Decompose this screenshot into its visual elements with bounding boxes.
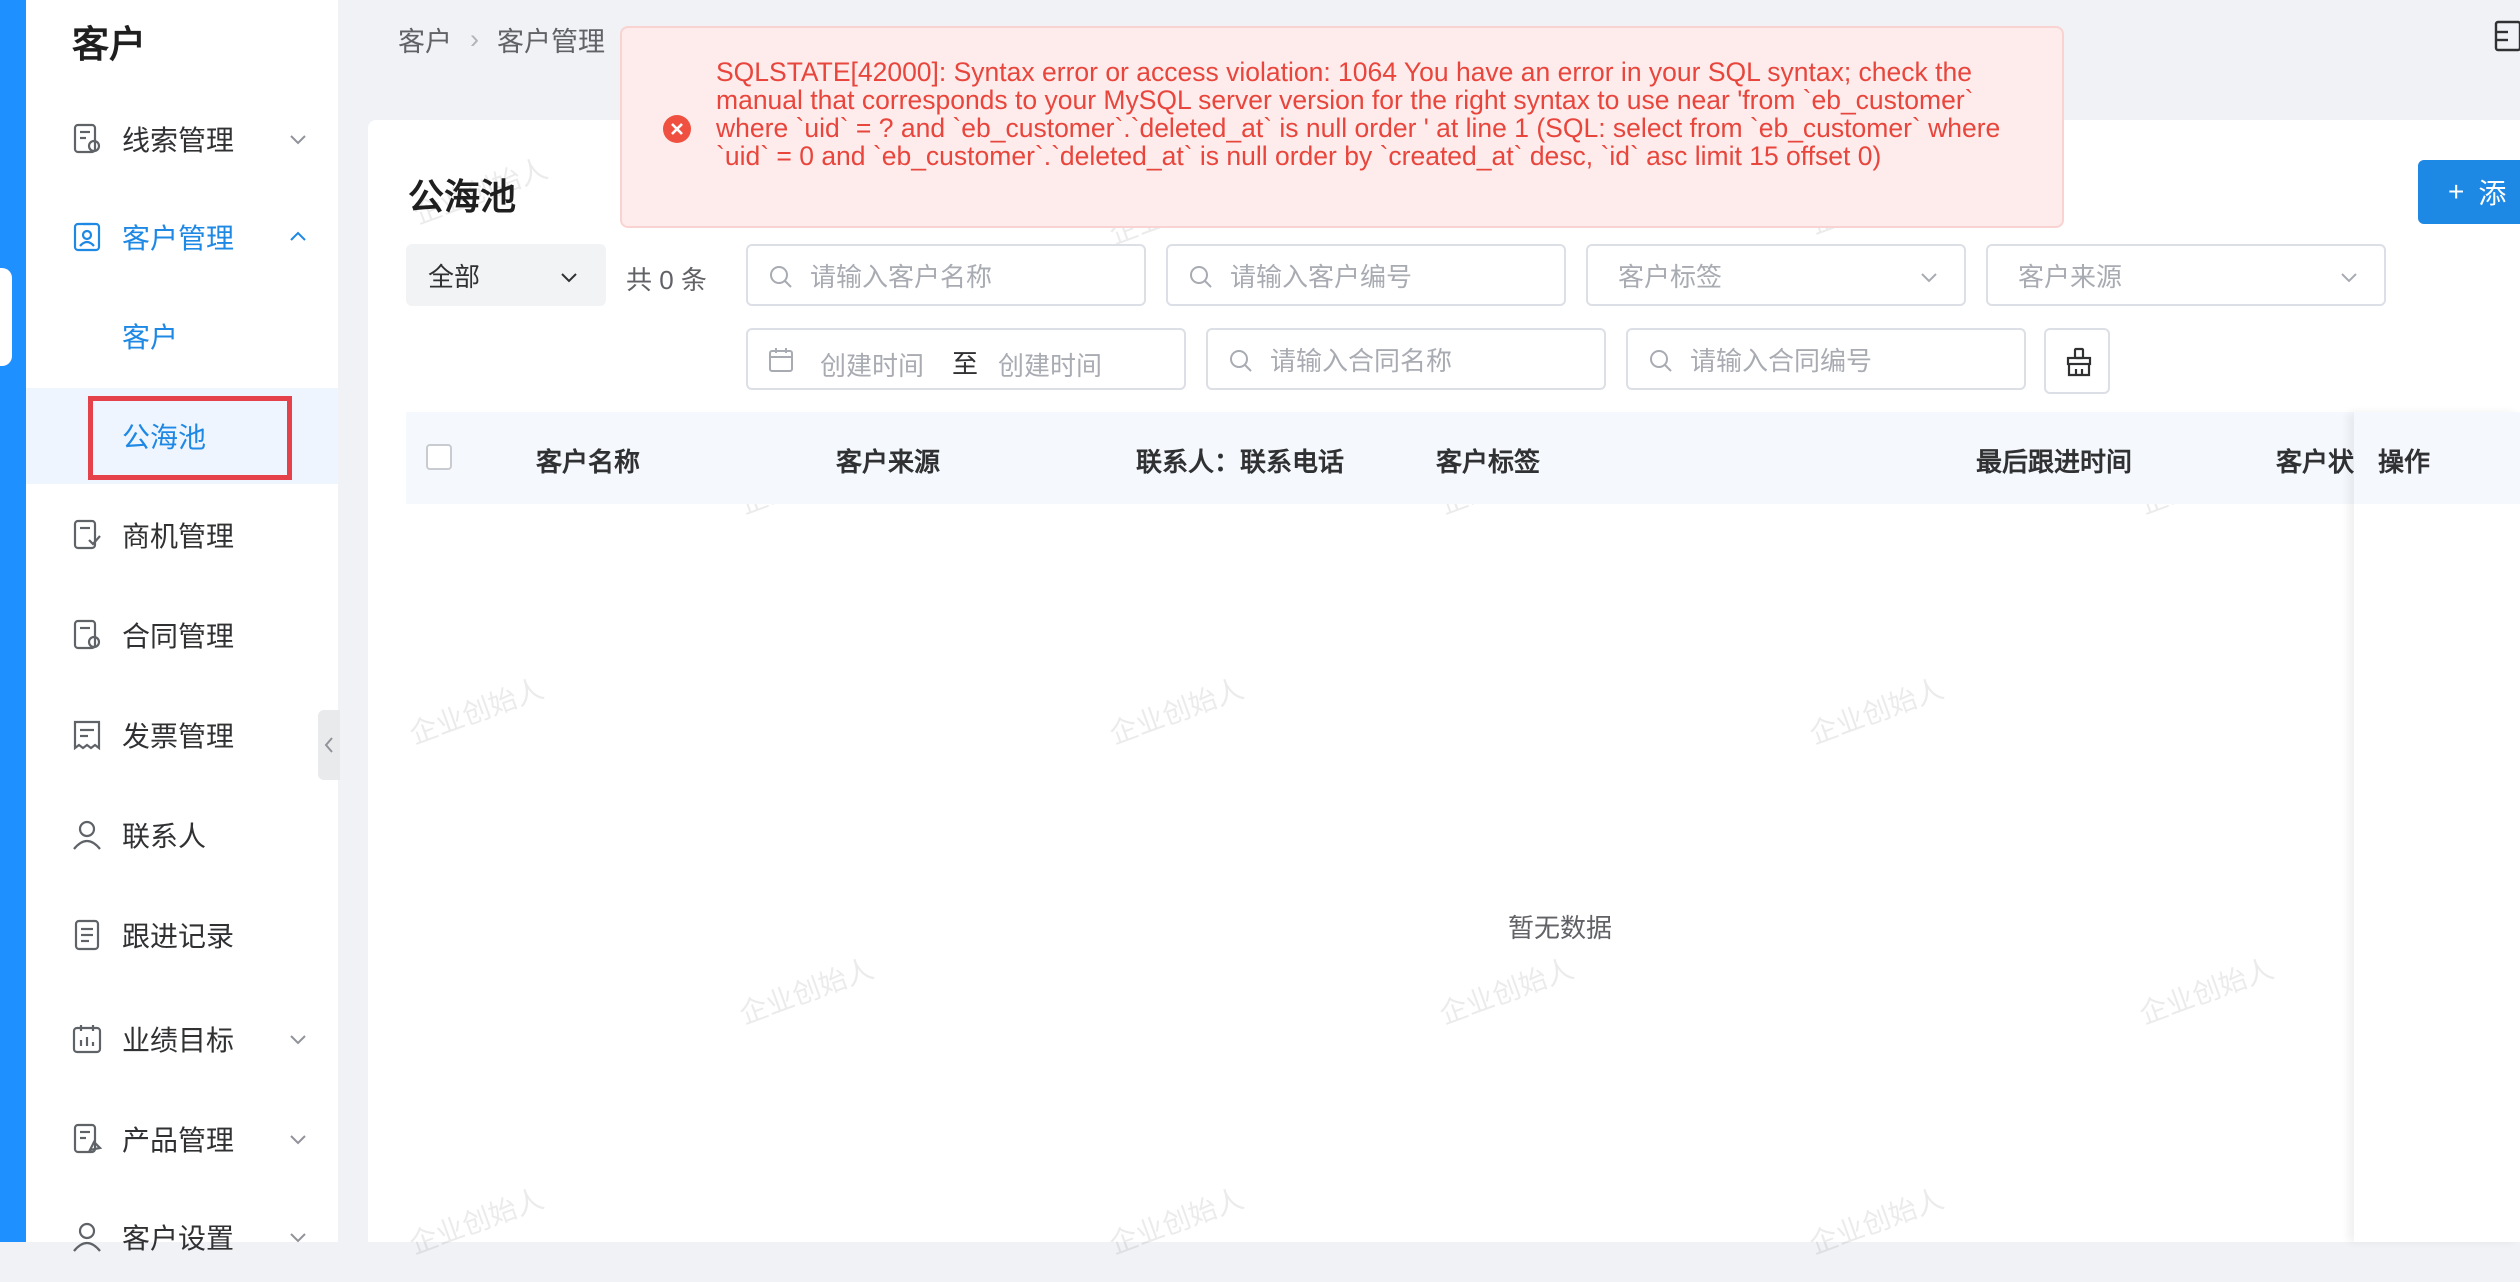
contract-name-input[interactable]: 请输入合同名称 [1206, 328, 1606, 390]
contract-name-placeholder: 请输入合同名称 [1270, 345, 1453, 376]
search-icon [1190, 266, 1212, 288]
column-header: 客户标签 [1436, 447, 1541, 477]
sidebar-item-label: 商机管理 [122, 521, 235, 552]
select-all-checkbox[interactable] [426, 444, 452, 470]
date-start-placeholder: 创建时间 [820, 351, 925, 381]
sidebar-item-invoices[interactable]: 发票管理 [26, 690, 338, 780]
sidebar-item-products[interactable]: 产品管理 [26, 1094, 338, 1184]
error-toast: SQLSTATE[42000]: Syntax error or access … [620, 26, 2064, 228]
app-edge-strip [0, 0, 26, 1242]
column-header: 客户来源 [836, 447, 941, 477]
column-header: 客户状 [2276, 447, 2355, 477]
product-doc-icon [73, 1123, 103, 1154]
customer-name-placeholder: 请输入客户名称 [810, 261, 993, 292]
layout-toggle-icon[interactable] [2490, 18, 2520, 54]
customer-source-placeholder: 客户来源 [2018, 261, 2123, 292]
search-icon [1650, 350, 1672, 372]
sidebar-subitem-public-pool[interactable]: 公海池 [26, 388, 338, 484]
sidebar-item-label: 发票管理 [122, 721, 235, 752]
breadcrumb-item[interactable]: 客户管理 [497, 20, 605, 59]
empty-state: 暂无数据 [1508, 913, 1613, 943]
app-edge-bar [0, 0, 26, 1242]
ops-column-label: 操作 [2378, 447, 2431, 477]
plus-icon: + [2448, 176, 2465, 207]
app-edge-tab[interactable] [0, 268, 12, 366]
customer-source-select[interactable]: 客户来源 [1986, 244, 2386, 306]
chevron-down-icon [290, 135, 306, 145]
customer-badge-icon [73, 222, 101, 252]
sidebar-item-label: 业绩目标 [122, 1025, 235, 1056]
chevron-down-icon [290, 1233, 306, 1243]
customer-tag-select[interactable]: 客户标签 [1586, 244, 1966, 306]
broom-icon [2066, 347, 2092, 377]
search-icon [770, 266, 792, 288]
sidebar-item-label: 联系人 [122, 821, 207, 852]
sidebar-item-label: 跟进记录 [122, 921, 235, 952]
contract-code-placeholder: 请输入合同编号 [1690, 345, 1873, 376]
page-title: 公海池 [408, 176, 517, 217]
clear-filters-button[interactable] [2044, 328, 2110, 394]
sidebar-item-performance-goals[interactable]: 业绩目标 [26, 994, 338, 1084]
customer-name-input[interactable]: 请输入客户名称 [746, 244, 1146, 306]
sidebar-item-label: 客户设置 [122, 1223, 235, 1254]
error-circle-icon [663, 115, 691, 143]
customer-code-input[interactable]: 请输入客户编号 [1166, 244, 1566, 306]
sidebar-subitem-customers[interactable]: 客户 [26, 288, 338, 384]
sidebar-subitem-label: 客户 [122, 322, 179, 353]
chevron-down-icon [290, 1035, 306, 1045]
chevron-left-icon [324, 737, 333, 753]
calendar-icon [769, 348, 793, 372]
date-end-placeholder: 创建时间 [998, 351, 1103, 381]
sidebar-item-clues[interactable]: 线索管理 [26, 94, 338, 184]
scope-select[interactable]: 全部 [406, 244, 606, 306]
column-header: 客户名称 [536, 447, 641, 477]
column-header: 联系人：联系电话 [1136, 447, 1345, 477]
sidebar-item-followups[interactable]: 跟进记录 [26, 890, 338, 980]
customer-code-placeholder: 请输入客户编号 [1230, 261, 1413, 292]
sidebar-collapse-handle[interactable] [318, 710, 340, 780]
contract-doc-icon [73, 619, 101, 650]
settings-person-icon [73, 1222, 101, 1252]
sidebar-subitem-label: 公海池 [122, 422, 207, 453]
chevron-down-icon [1921, 273, 1937, 283]
error-message: SQLSTATE[42000]: Syntax error or access … [716, 57, 2001, 171]
chevron-down-icon [290, 1135, 306, 1145]
add-button-label: 添 [2478, 178, 2507, 209]
customer-tag-placeholder: 客户标签 [1618, 261, 1723, 292]
sidebar-item-customer-management[interactable]: 客户管理 [26, 192, 338, 282]
sidebar: 客户 线索管理 客户管理 客户 公海池 商机管理 合同管理 发票管理 联系人 跟… [26, 0, 338, 1254]
chevron-down-icon [561, 273, 577, 283]
sidebar-item-label: 产品管理 [122, 1125, 235, 1156]
table-header: 客户名称 客户来源 联系人：联系电话 客户标签 最后跟进时间 客户状 [406, 412, 2520, 504]
list-doc-icon [74, 919, 100, 951]
chevron-up-icon [290, 231, 306, 241]
date-range-separator: 至 [952, 349, 979, 379]
person-icon [73, 820, 101, 850]
breadcrumb: 客户 › 客户管理 [398, 20, 605, 59]
invoice-icon [73, 720, 101, 751]
breadcrumb-item[interactable]: 客户 [398, 20, 452, 59]
sidebar-item-label: 客户管理 [122, 223, 235, 254]
opportunity-doc-icon [73, 519, 101, 550]
column-header: 最后跟进时间 [1976, 447, 2133, 477]
chevron-down-icon [2341, 273, 2357, 283]
ops-column-header: 操作 [2354, 412, 2520, 504]
sidebar-item-contacts[interactable]: 联系人 [26, 790, 338, 880]
sidebar-item-opportunities[interactable]: 商机管理 [26, 490, 338, 580]
sidebar-title: 客户 [72, 24, 146, 65]
sidebar-item-contracts[interactable]: 合同管理 [26, 590, 338, 680]
calendar-icon [72, 1025, 102, 1054]
sidebar-item-customer-settings[interactable]: 客户设置 [26, 1192, 338, 1282]
ops-column-fixed [2354, 412, 2520, 1242]
search-icon [1230, 350, 1252, 372]
scope-select-value: 全部 [428, 261, 481, 292]
sidebar-item-label: 合同管理 [122, 621, 235, 652]
contract-code-input[interactable]: 请输入合同编号 [1626, 328, 2026, 390]
created-date-range[interactable]: 创建时间 至 创建时间 [746, 328, 1186, 390]
add-customer-button[interactable]: + 添 [2418, 160, 2520, 224]
record-count: 共 0 条 [626, 265, 707, 295]
chevron-right-icon: › [470, 24, 479, 54]
clue-doc-icon [73, 123, 101, 154]
sidebar-item-label: 线索管理 [122, 125, 235, 156]
